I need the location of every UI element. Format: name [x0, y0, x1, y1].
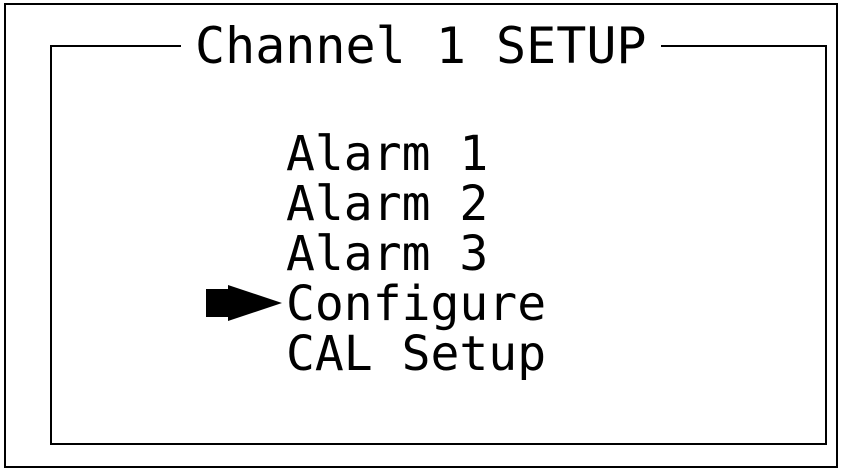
menu-list: Alarm 1 Alarm 2 Alarm 3 Configure CAL Se…	[286, 129, 546, 379]
menu-item-alarm-2[interactable]: Alarm 2	[286, 179, 546, 229]
display-screen: Channel 1 SETUP Alarm 1 Alarm 2 Alarm 3 …	[4, 3, 838, 468]
page-title: Channel 1 SETUP	[181, 17, 661, 75]
menu-item-alarm-1[interactable]: Alarm 1	[286, 129, 546, 179]
menu-item-cal-setup[interactable]: CAL Setup	[286, 329, 546, 379]
right-arrow-icon	[206, 285, 282, 321]
menu-item-configure[interactable]: Configure	[286, 279, 546, 329]
menu-item-alarm-3[interactable]: Alarm 3	[286, 229, 546, 279]
